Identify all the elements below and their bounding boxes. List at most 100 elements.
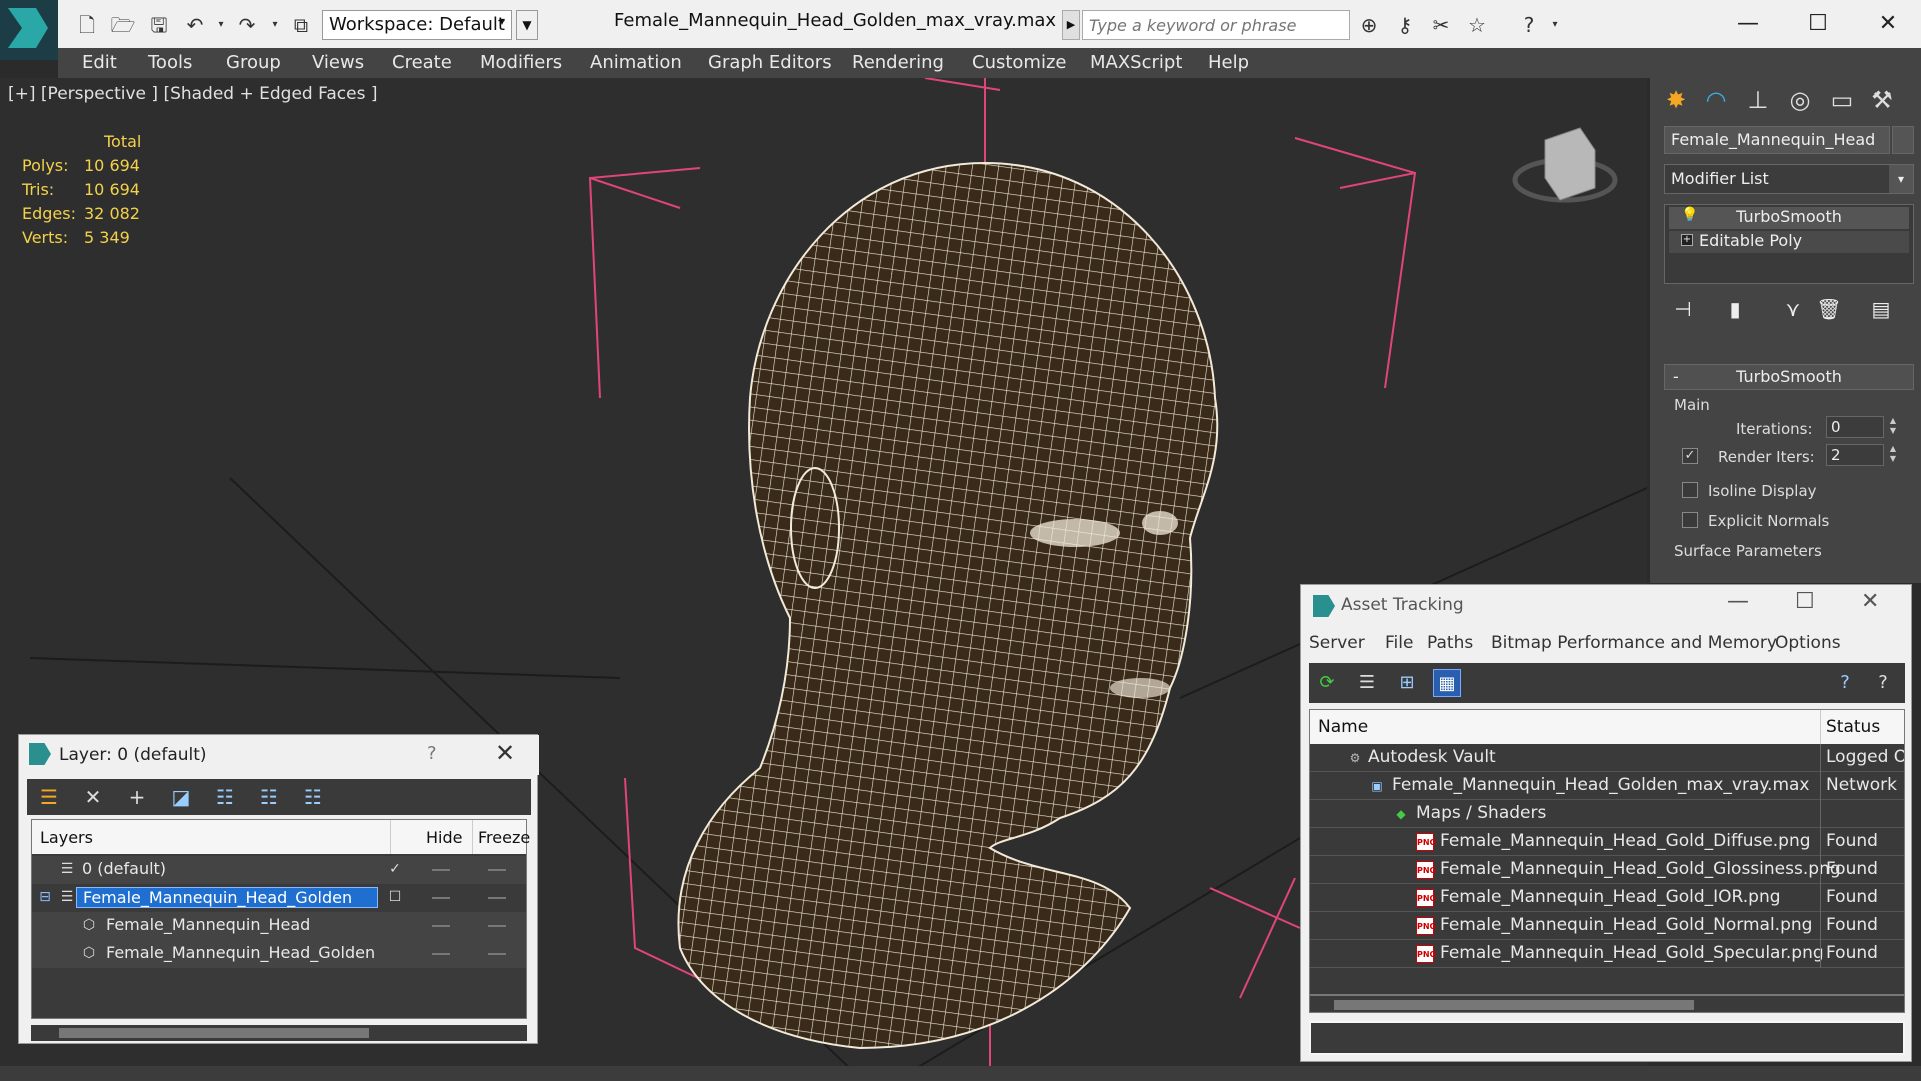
hide-toggle[interactable] bbox=[432, 869, 450, 871]
new-layer-icon[interactable]: ☰ bbox=[35, 783, 63, 811]
save-icon[interactable]: 🖫 bbox=[146, 12, 172, 38]
asset-row-vault[interactable]: ⚙ Autodesk Vault Logged Out bbox=[1310, 744, 1904, 772]
hierarchy-tab-icon[interactable]: ⊥ bbox=[1740, 82, 1776, 118]
table-view-icon[interactable]: ▦ bbox=[1433, 669, 1461, 697]
close-icon[interactable]: ✕ bbox=[495, 739, 515, 767]
layer-horizontal-scrollbar[interactable] bbox=[31, 1025, 527, 1041]
isoline-display-checkbox[interactable] bbox=[1682, 482, 1698, 498]
display-tab-icon[interactable]: ▭ bbox=[1824, 82, 1860, 118]
asset-row-map[interactable]: PNG Female_Mannequin_Head_Gold_Specular.… bbox=[1310, 940, 1904, 968]
redo-icon[interactable]: ↷ bbox=[234, 12, 260, 38]
object-name-field[interactable]: Female_Mannequin_Head bbox=[1664, 126, 1890, 154]
open-file-icon[interactable]: 🗁 bbox=[110, 12, 136, 38]
create-tab-icon[interactable]: ✸ bbox=[1658, 82, 1694, 118]
active-layer-check-icon[interactable]: ✓ bbox=[386, 861, 404, 879]
asset-row-map[interactable]: PNG Female_Mannequin_Head_Gold_IOR.png F… bbox=[1310, 884, 1904, 912]
undo-dropdown-icon[interactable]: ▾ bbox=[208, 12, 234, 38]
hide-toggle[interactable] bbox=[432, 925, 450, 927]
delete-layer-icon[interactable]: ✕ bbox=[79, 783, 107, 811]
hide-layers-icon[interactable]: ☷ bbox=[255, 783, 283, 811]
help-icon[interactable]: ? bbox=[427, 743, 437, 764]
menu-edit[interactable]: Edit bbox=[82, 52, 117, 73]
asset-window-titlebar[interactable]: Asset Tracking — ☐ ✕ bbox=[1301, 585, 1913, 625]
menu-rendering[interactable]: Rendering bbox=[852, 52, 944, 73]
render-iters-spinner[interactable]: 2 bbox=[1826, 444, 1884, 466]
turbosmooth-rollout-header[interactable]: - TurboSmooth bbox=[1664, 364, 1914, 390]
maximize-icon[interactable]: ☐ bbox=[1795, 589, 1815, 614]
menu-maxscript[interactable]: MAXScript bbox=[1090, 52, 1182, 73]
modify-tab-icon[interactable]: ◠ bbox=[1698, 82, 1734, 118]
help-icon[interactable]: ? bbox=[1516, 12, 1542, 38]
menu-create[interactable]: Create bbox=[392, 52, 452, 73]
column-status[interactable]: Status bbox=[1826, 717, 1880, 737]
layer-object-row[interactable]: ⬡ Female_Mannequin_Head bbox=[32, 912, 526, 940]
layer-object-row[interactable]: ⬡ Female_Mannequin_Head_Golden bbox=[32, 940, 526, 968]
motion-tab-icon[interactable]: ◎ bbox=[1782, 82, 1818, 118]
modifier-list-select[interactable]: Modifier List ▾ bbox=[1664, 164, 1914, 194]
pin-stack-icon[interactable]: ⊣ bbox=[1668, 294, 1698, 324]
viewport-label[interactable]: [+] [Perspective ] [Shaded + Edged Faces… bbox=[8, 84, 377, 104]
key-icon[interactable]: ⚷ bbox=[1392, 12, 1418, 38]
search-expand-arrow[interactable]: ▶ bbox=[1062, 10, 1080, 40]
undo-icon[interactable]: ↶ bbox=[182, 12, 208, 38]
menu-bitmap-performance[interactable]: Bitmap Performance and Memory bbox=[1491, 633, 1777, 653]
asset-path-field[interactable] bbox=[1309, 1021, 1905, 1055]
menu-views[interactable]: Views bbox=[312, 52, 364, 73]
favorites-star-icon[interactable]: ☆ bbox=[1464, 12, 1490, 38]
scrollbar-thumb[interactable] bbox=[59, 1028, 369, 1038]
asset-row-map[interactable]: PNG Female_Mannequin_Head_Gold_Diffuse.p… bbox=[1310, 828, 1904, 856]
refresh-icon[interactable]: ⟳ bbox=[1313, 669, 1341, 697]
scrollbar-thumb[interactable] bbox=[1334, 1000, 1694, 1010]
asset-row-map[interactable]: PNG Female_Mannequin_Head_Gold_Normal.pn… bbox=[1310, 912, 1904, 940]
tools-icon[interactable]: ✂ bbox=[1428, 12, 1454, 38]
workspace-menu-button[interactable]: ▼ bbox=[516, 10, 538, 40]
freeze-layers-icon[interactable]: ☷ bbox=[299, 783, 327, 811]
menu-graph-editors[interactable]: Graph Editors bbox=[708, 52, 832, 73]
column-layers[interactable]: Layers bbox=[40, 828, 93, 847]
project-folder-icon[interactable]: ⧉ bbox=[288, 12, 314, 38]
menu-file[interactable]: File bbox=[1385, 633, 1413, 653]
menu-help[interactable]: Help bbox=[1208, 52, 1249, 73]
freeze-toggle[interactable] bbox=[488, 869, 506, 871]
menu-options[interactable]: Options bbox=[1775, 633, 1841, 653]
configure-sets-icon[interactable]: ▤ bbox=[1866, 294, 1896, 324]
spinner-arrows-icon[interactable]: ▲ ▼ bbox=[1886, 416, 1900, 438]
new-file-icon[interactable]: 🗋 bbox=[74, 12, 100, 38]
remove-modifier-icon[interactable]: 🗑 bbox=[1814, 294, 1844, 324]
object-color-swatch[interactable] bbox=[1892, 126, 1914, 154]
list-view-icon[interactable]: ☰ bbox=[1353, 669, 1381, 697]
app-logo[interactable] bbox=[0, 0, 58, 60]
stack-item-turbosmooth[interactable]: 💡 TurboSmooth bbox=[1669, 207, 1909, 229]
expand-plus-icon[interactable]: + bbox=[1681, 234, 1693, 246]
binoculars-icon[interactable]: ⊕ bbox=[1356, 12, 1382, 38]
hide-toggle[interactable] bbox=[432, 953, 450, 955]
close-icon[interactable]: ✕ bbox=[1870, 6, 1906, 42]
highlight-layer-icon[interactable]: ☷ bbox=[211, 783, 239, 811]
show-end-result-icon[interactable]: ▮ bbox=[1720, 294, 1750, 324]
iterations-spinner[interactable]: 0 bbox=[1826, 416, 1884, 438]
menu-modifiers[interactable]: Modifiers bbox=[480, 52, 562, 73]
menu-animation[interactable]: Animation bbox=[590, 52, 682, 73]
render-iters-checkbox[interactable]: ✓ bbox=[1682, 448, 1698, 464]
help-dropdown-icon[interactable]: ▾ bbox=[1542, 12, 1568, 38]
set-active-layer-icon[interactable]: ☐ bbox=[386, 889, 404, 907]
explicit-normals-checkbox[interactable] bbox=[1682, 512, 1698, 528]
hide-toggle[interactable] bbox=[432, 897, 450, 899]
add-to-layer-icon[interactable]: + bbox=[123, 783, 151, 811]
minimize-icon[interactable]: — bbox=[1727, 589, 1749, 614]
menu-tools[interactable]: Tools bbox=[148, 52, 192, 73]
help-icon[interactable]: ? bbox=[1831, 669, 1859, 697]
stack-item-editable-poly[interactable]: + Editable Poly bbox=[1669, 231, 1909, 253]
menu-server[interactable]: Server bbox=[1309, 633, 1365, 653]
context-help-icon[interactable]: ? bbox=[1869, 669, 1897, 697]
column-name[interactable]: Name bbox=[1318, 717, 1368, 737]
asset-horizontal-scrollbar[interactable] bbox=[1309, 995, 1905, 1013]
make-unique-icon[interactable]: ⋎ bbox=[1778, 294, 1808, 324]
freeze-toggle[interactable] bbox=[488, 925, 506, 927]
menu-customize[interactable]: Customize bbox=[972, 52, 1066, 73]
collapse-minus-icon[interactable]: ⊟ bbox=[36, 889, 54, 907]
freeze-toggle[interactable] bbox=[488, 953, 506, 955]
lightbulb-icon[interactable]: 💡 bbox=[1681, 207, 1698, 223]
tree-view-icon[interactable]: ⊞ bbox=[1393, 669, 1421, 697]
freeze-toggle[interactable] bbox=[488, 897, 506, 899]
